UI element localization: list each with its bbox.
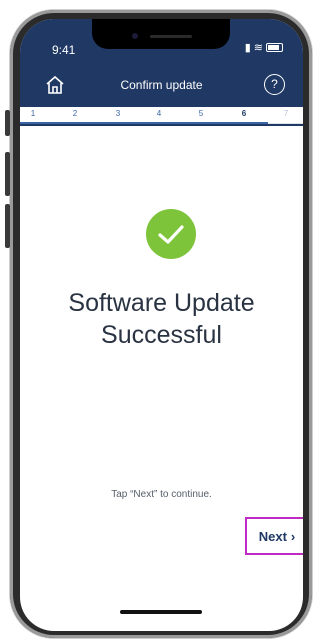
phone-volume-down bbox=[5, 204, 10, 248]
step-progress bbox=[20, 122, 268, 124]
step-7: 7 bbox=[283, 109, 289, 118]
phone-side-button bbox=[5, 110, 10, 136]
step-2: 2 bbox=[72, 109, 78, 118]
status-time: 9:41 bbox=[52, 43, 76, 57]
step-1: 1 bbox=[30, 109, 36, 118]
phone-notch bbox=[92, 19, 230, 49]
battery-icon bbox=[266, 43, 283, 52]
instruction-text: Tap “Next” to continue. bbox=[111, 489, 212, 500]
success-message: Software Update Successful bbox=[20, 287, 303, 351]
camera-icon bbox=[132, 33, 138, 39]
success-check-icon bbox=[146, 209, 196, 259]
home-indicator bbox=[120, 610, 202, 614]
wifi-icon: ≋ bbox=[253, 42, 263, 54]
speaker-icon bbox=[150, 35, 192, 38]
step-5: 5 bbox=[198, 109, 204, 118]
app-screen: 9:41 ▮ ≋ Confirm update ? 1 2 3 4 5 6 7 … bbox=[20, 19, 303, 631]
signal-icon: ▮ bbox=[244, 42, 251, 54]
page-title: Confirm update bbox=[120, 78, 203, 92]
status-icons: ▮ ≋ bbox=[245, 41, 283, 54]
next-label: Next bbox=[258, 528, 287, 544]
step-3: 3 bbox=[115, 109, 121, 118]
phone-volume-up bbox=[5, 152, 10, 196]
success-message-line-2: Successful bbox=[101, 321, 222, 349]
app-header: 9:41 ▮ ≋ Confirm update ? 1 2 3 4 5 6 7 bbox=[20, 19, 303, 126]
step-6: 6 bbox=[241, 109, 247, 118]
step-indicator: 1 2 3 4 5 6 7 bbox=[20, 107, 303, 124]
chevron-right-icon: › bbox=[290, 528, 296, 544]
help-button[interactable]: ? bbox=[264, 74, 285, 95]
next-button[interactable]: Next › bbox=[245, 517, 303, 555]
success-message-line-1: Software Update bbox=[68, 289, 255, 317]
step-4: 4 bbox=[156, 109, 162, 118]
